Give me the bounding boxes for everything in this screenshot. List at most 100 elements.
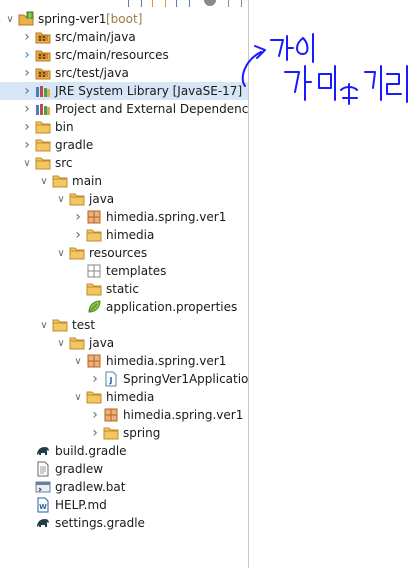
- folder-icon: [69, 335, 85, 351]
- tree-item[interactable]: › himedia.spring.ver1: [0, 208, 248, 226]
- folder-icon: [69, 245, 85, 261]
- tree-item-label: himedia: [106, 228, 155, 242]
- chevron-down-icon[interactable]: ∨: [38, 316, 50, 334]
- svg-text:W: W: [39, 503, 47, 511]
- chevron-right-icon[interactable]: ›: [72, 226, 84, 244]
- tree-item[interactable]: › bin: [0, 118, 248, 136]
- tree-item-label: himedia: [106, 390, 155, 404]
- chevron-right-icon[interactable]: ›: [21, 82, 33, 100]
- bat-file-icon: [35, 479, 51, 495]
- chevron-right-icon[interactable]: ›: [21, 100, 33, 118]
- package-icon: [86, 209, 102, 225]
- chevron-right-icon[interactable]: ›: [89, 370, 101, 388]
- spring-leaf-icon: [86, 299, 102, 315]
- tree-item[interactable]: ∨ Jspring-ver1 [boot]: [0, 10, 248, 28]
- tree-item[interactable]: build.gradle: [0, 442, 248, 460]
- chevron-down-icon[interactable]: ∨: [72, 352, 84, 370]
- project-icon: J: [18, 11, 34, 27]
- package-icon-empty: [86, 263, 102, 279]
- package-explorer: ∨ Jspring-ver1 [boot] › src/main/java › src/m…: [0, 0, 248, 568]
- tree-item[interactable]: › JRE System Library [JavaSE-17]: [0, 82, 248, 100]
- gradle-elephant-icon: [35, 443, 51, 459]
- tree-item[interactable]: gradlew.bat: [0, 478, 248, 496]
- package-icon: [103, 407, 119, 423]
- package-icon: [86, 353, 102, 369]
- tree-item[interactable]: templates: [0, 262, 248, 280]
- tree-item[interactable]: › J SpringVer1ApplicationT: [0, 370, 248, 388]
- tree-item[interactable]: › src/main/java: [0, 28, 248, 46]
- tree-item[interactable]: settings.gradle: [0, 514, 248, 532]
- explorer-toolbar: [0, 0, 248, 7]
- more-icon[interactable]: [228, 0, 242, 7]
- tree-item-label: test: [72, 318, 96, 332]
- tree-item[interactable]: ∨ java: [0, 334, 248, 352]
- tree-item-label: gradle: [55, 138, 94, 152]
- chevron-right-icon[interactable]: ›: [21, 28, 33, 46]
- gradle-elephant-icon: [35, 515, 51, 531]
- chevron-down-icon[interactable]: ∨: [55, 244, 67, 262]
- tree-item-label: build.gradle: [55, 444, 127, 458]
- tree-item[interactable]: application.properties: [0, 298, 248, 316]
- tree-item-label: himedia.spring.ver1: [123, 408, 244, 422]
- tree-item-label: src/test/java: [55, 66, 129, 80]
- library-icon: [35, 101, 51, 117]
- link-with-editor-icon[interactable]: [152, 0, 166, 7]
- tree-item-label: main: [72, 174, 102, 188]
- tree-item-label: settings.gradle: [55, 516, 145, 530]
- chevron-right-icon[interactable]: ›: [21, 64, 33, 82]
- source-folder-icon: [35, 47, 51, 63]
- tree-item[interactable]: ∨ main: [0, 172, 248, 190]
- tree-item-label: templates: [106, 264, 167, 278]
- tree-item[interactable]: › spring: [0, 424, 248, 442]
- text-file-icon: [35, 461, 51, 477]
- tree-item-label: java: [89, 336, 115, 350]
- tree-item-label: static: [106, 282, 139, 296]
- tree-item[interactable]: ∨ src: [0, 154, 248, 172]
- tree-item[interactable]: › himedia: [0, 226, 248, 244]
- tree-item[interactable]: › gradle: [0, 136, 248, 154]
- chevron-right-icon[interactable]: ›: [72, 208, 84, 226]
- chevron-right-icon[interactable]: ›: [89, 424, 101, 442]
- tree-item-label: gradlew: [55, 462, 104, 476]
- tree-item[interactable]: › himedia.spring.ver1: [0, 406, 248, 424]
- chevron-down-icon[interactable]: ∨: [72, 388, 84, 406]
- filter-icon[interactable]: [176, 0, 190, 7]
- folder-icon: [86, 389, 102, 405]
- folder-icon: [103, 425, 119, 441]
- word-file-icon: W: [35, 497, 51, 513]
- tree-item[interactable]: static: [0, 280, 248, 298]
- chevron-right-icon[interactable]: ›: [21, 118, 33, 136]
- chevron-down-icon[interactable]: ∨: [38, 172, 50, 190]
- chevron-down-icon[interactable]: ∨: [55, 190, 67, 208]
- folder-icon: [69, 191, 85, 207]
- chevron-right-icon[interactable]: ›: [21, 46, 33, 64]
- chevron-down-icon[interactable]: ∨: [4, 10, 16, 28]
- tree-item-label: spring-ver1: [38, 12, 107, 26]
- tree-item-label: spring: [123, 426, 161, 440]
- chevron-down-icon[interactable]: ∨: [55, 334, 67, 352]
- folder-icon: [52, 173, 68, 189]
- chevron-right-icon[interactable]: ›: [21, 136, 33, 154]
- tree-item[interactable]: › src/test/java: [0, 64, 248, 82]
- tree-item[interactable]: gradlew: [0, 460, 248, 478]
- java-file-icon: J: [103, 371, 119, 387]
- tree-item-label: resources: [89, 246, 148, 260]
- tree-item-label: JRE System Library [JavaSE-17]: [55, 84, 243, 98]
- tree-item[interactable]: W HELP.md: [0, 496, 248, 514]
- folder-icon: [35, 119, 51, 135]
- chevron-right-icon[interactable]: ›: [89, 406, 101, 424]
- chevron-down-icon[interactable]: ∨: [21, 154, 33, 172]
- tree-item[interactable]: ∨ java: [0, 190, 248, 208]
- tree-item-label: HELP.md: [55, 498, 107, 512]
- tree-item[interactable]: ∨ himedia: [0, 388, 248, 406]
- tree-item[interactable]: › Project and External Dependencies: [0, 100, 248, 118]
- tree-item[interactable]: ∨ himedia.spring.ver1: [0, 352, 248, 370]
- tree-item-label: bin: [55, 120, 74, 134]
- tree-item-label: himedia.spring.ver1: [106, 354, 227, 368]
- tree-item[interactable]: › src/main/resources: [0, 46, 248, 64]
- tree-item[interactable]: ∨ resources: [0, 244, 248, 262]
- tree-item-label: SpringVer1ApplicationT: [123, 372, 248, 386]
- view-menu-icon[interactable]: [204, 0, 216, 6]
- collapse-all-icon[interactable]: [128, 0, 142, 7]
- tree-item[interactable]: ∨ test: [0, 316, 248, 334]
